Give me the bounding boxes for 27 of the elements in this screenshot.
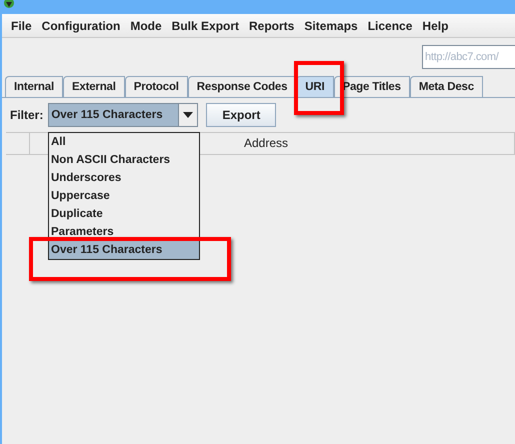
app-icon	[2, 0, 16, 10]
menu-item[interactable]: Mode	[125, 18, 167, 32]
tab[interactable]: Meta Desc	[410, 76, 483, 97]
dropdown-option[interactable]: Uppercase	[49, 187, 199, 205]
dropdown-option[interactable]: Over 115 Characters	[49, 241, 199, 259]
menu-item[interactable]: Configuration	[36, 18, 126, 32]
caret-icon	[183, 112, 194, 118]
dropdown-option[interactable]: Underscores	[49, 169, 199, 187]
menu-item[interactable]: Reports	[244, 18, 300, 32]
tab[interactable]: Page Titles	[334, 76, 410, 97]
dropdown-option[interactable]: Duplicate	[49, 205, 199, 223]
tab[interactable]: Response Codes	[188, 76, 296, 97]
dropdown-option[interactable]: Non ASCII Characters	[49, 151, 199, 169]
filter-label: Filter:	[10, 108, 44, 122]
dropdown-option[interactable]: Parameters	[49, 223, 199, 241]
menu-item[interactable]: File	[6, 18, 37, 32]
tab[interactable]: Internal	[5, 76, 63, 97]
tab[interactable]: External	[62, 76, 125, 97]
url-field[interactable]: http://abc7.com/	[422, 45, 515, 69]
menu-item[interactable]: Help	[417, 18, 454, 32]
filter-dropdown[interactable]: Over 115 Characters	[48, 103, 198, 127]
export-button[interactable]: Export	[206, 103, 276, 127]
menu-item[interactable]: Sitemaps	[299, 18, 363, 32]
menu-item[interactable]: Bulk Export	[166, 18, 244, 32]
tab[interactable]: Protocol	[124, 76, 188, 97]
tab[interactable]: URI	[296, 76, 334, 97]
menu-item[interactable]: Licence	[362, 18, 418, 32]
